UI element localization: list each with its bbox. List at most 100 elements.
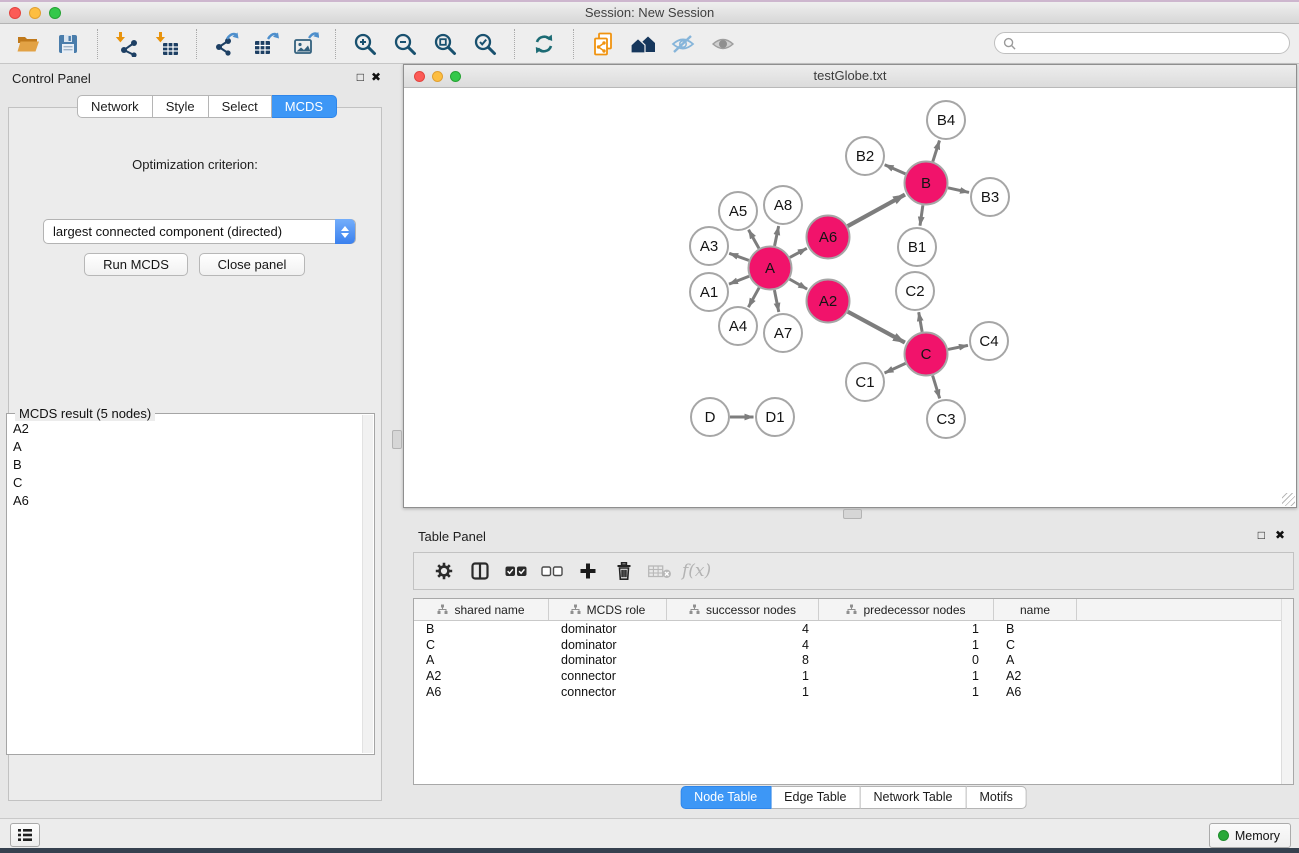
table-row[interactable]: Cdominator41C xyxy=(414,637,1282,653)
table-row[interactable]: A2connector11A2 xyxy=(414,668,1282,684)
table-row[interactable]: A6connector11A6 xyxy=(414,684,1282,700)
graph-edge-A-A3[interactable] xyxy=(729,253,749,260)
table-close-panel-icon[interactable]: ✖ xyxy=(1275,528,1285,542)
network-close-button[interactable] xyxy=(414,71,425,82)
control-panel-title: Control Panel xyxy=(12,71,91,86)
graph-edge-A-A1[interactable] xyxy=(729,276,749,284)
tab-edge-table[interactable]: Edge Table xyxy=(771,786,860,809)
network-view-window: testGlobe.txt B4B2BB3A8A5A6B1A3AC2A1A2A4… xyxy=(403,64,1297,508)
duplicate-network-icon[interactable] xyxy=(583,27,623,61)
add-column-plus-icon[interactable] xyxy=(570,556,606,586)
function-builder-icon[interactable]: f(x) xyxy=(682,561,711,581)
network-minimize-button[interactable] xyxy=(432,71,443,82)
close-panel-icon[interactable]: ✖ xyxy=(371,70,381,84)
run-mcds-button[interactable]: Run MCDS xyxy=(84,253,188,276)
column-header-successor-nodes[interactable]: successor nodes xyxy=(667,599,819,620)
zoom-window-button[interactable] xyxy=(49,7,61,19)
graph-edge-B-B4[interactable] xyxy=(933,140,940,161)
export-image-icon[interactable] xyxy=(286,27,326,61)
table-row[interactable]: Bdominator41B xyxy=(414,621,1282,637)
graph-edge-A-A2[interactable] xyxy=(790,279,808,289)
graph-edge-C-C3[interactable] xyxy=(933,376,940,399)
memory-button[interactable]: Memory xyxy=(1209,823,1291,848)
close-window-button[interactable] xyxy=(9,7,21,19)
tab-node-table[interactable]: Node Table xyxy=(680,786,771,809)
graph-edge-B-B1[interactable] xyxy=(920,205,923,225)
column-header-shared-name[interactable]: shared name xyxy=(414,599,549,620)
zoom-out-icon[interactable] xyxy=(385,27,425,61)
minimize-window-button[interactable] xyxy=(29,7,41,19)
criterion-dropdown[interactable]: largest connected component (directed) xyxy=(43,219,356,244)
graph-edge-A6-B[interactable] xyxy=(848,195,905,227)
graph-edge-A-A4[interactable] xyxy=(748,288,759,307)
save-session-icon[interactable] xyxy=(48,27,88,61)
select-all-checkboxes-icon[interactable] xyxy=(498,556,534,586)
home-icon[interactable] xyxy=(623,27,663,61)
search-field[interactable] xyxy=(994,32,1290,54)
zoom-selected-icon[interactable] xyxy=(465,27,505,61)
refresh-view-icon[interactable] xyxy=(524,27,564,61)
graph-node-label: C3 xyxy=(936,411,955,428)
graph-edge-B-B2[interactable] xyxy=(885,165,906,174)
export-table-icon[interactable] xyxy=(246,27,286,61)
column-header-name[interactable]: name xyxy=(994,599,1077,620)
graph-edge-C-C2[interactable] xyxy=(919,312,922,332)
table-float-panel-icon[interactable]: □ xyxy=(1258,528,1265,542)
graph-edge-B-B3[interactable] xyxy=(948,188,969,193)
horizontal-splitter-handle[interactable] xyxy=(843,509,862,519)
graph-edge-A2-C[interactable] xyxy=(848,312,905,343)
mcds-result-item[interactable]: A xyxy=(7,437,362,455)
graph-edge-C-C1[interactable] xyxy=(885,363,906,373)
float-panel-icon[interactable]: □ xyxy=(357,70,364,84)
import-table-icon[interactable] xyxy=(147,27,187,61)
graph-edge-C-C4[interactable] xyxy=(948,345,968,349)
mcds-result-item[interactable]: C xyxy=(7,473,362,491)
mcds-list-scrollbar[interactable] xyxy=(362,415,373,753)
tab-network[interactable]: Network xyxy=(77,95,153,118)
deselect-all-checkboxes-icon[interactable] xyxy=(534,556,570,586)
zoom-fit-icon[interactable] xyxy=(425,27,465,61)
tab-network-table[interactable]: Network Table xyxy=(861,786,967,809)
table-row[interactable]: Adominator80A xyxy=(414,653,1282,669)
table-scrollbar[interactable] xyxy=(1281,599,1293,784)
hide-graphics-eye-slash-icon[interactable] xyxy=(663,27,703,61)
graph-node-label: C xyxy=(921,346,932,363)
vertical-splitter-handle[interactable] xyxy=(392,430,402,449)
show-graphics-eye-icon[interactable] xyxy=(703,27,743,61)
graph-edge-A-A6[interactable] xyxy=(790,248,807,257)
open-session-icon[interactable] xyxy=(8,27,48,61)
graph-node-label: C2 xyxy=(905,283,924,300)
node-table-body: Bdominator41BCdominator41CAdominator80AA… xyxy=(414,621,1282,784)
network-graph[interactable]: B4B2BB3A8A5A6B1A3AC2A1A2A4A7C4CC1DD1C3 xyxy=(404,88,1296,507)
resize-grip-icon[interactable] xyxy=(1282,493,1295,506)
tab-style[interactable]: Style xyxy=(153,95,209,118)
export-network-icon[interactable] xyxy=(206,27,246,61)
table-columns-icon[interactable] xyxy=(462,556,498,586)
graph-edge-A-A7[interactable] xyxy=(774,290,778,312)
network-zoom-button[interactable] xyxy=(450,71,461,82)
task-history-list-icon[interactable] xyxy=(10,823,40,847)
graph-node-label: A7 xyxy=(774,325,792,342)
tab-mcds[interactable]: MCDS xyxy=(272,95,337,118)
mcds-result-item[interactable]: A6 xyxy=(7,491,362,509)
import-network-icon[interactable] xyxy=(107,27,147,61)
column-header-predecessor-nodes[interactable]: predecessor nodes xyxy=(819,599,994,620)
graph-node-label: A8 xyxy=(774,197,792,214)
network-canvas[interactable]: B4B2BB3A8A5A6B1A3AC2A1A2A4A7C4CC1DD1C3 xyxy=(404,88,1296,507)
network-window-titlebar[interactable]: testGlobe.txt xyxy=(404,65,1296,88)
search-input[interactable] xyxy=(1020,33,1289,53)
tab-select[interactable]: Select xyxy=(209,95,272,118)
delete-table-icon[interactable] xyxy=(642,556,678,586)
close-panel-button[interactable]: Close panel xyxy=(199,253,305,276)
graph-edge-A-A8[interactable] xyxy=(775,226,779,246)
table-panel: Table Panel □ ✖ f(x) shared xyxy=(410,522,1297,818)
mcds-result-item[interactable]: B xyxy=(7,455,362,473)
delete-column-trash-icon[interactable] xyxy=(606,556,642,586)
column-header-mcds-role[interactable]: MCDS role xyxy=(549,599,667,620)
desktop-background xyxy=(0,848,1299,853)
graph-edge-A-A5[interactable] xyxy=(749,230,759,249)
table-settings-gear-icon[interactable] xyxy=(426,556,462,586)
mcds-result-item[interactable]: A2 xyxy=(7,419,362,437)
tab-motifs[interactable]: Motifs xyxy=(966,786,1026,809)
zoom-in-icon[interactable] xyxy=(345,27,385,61)
